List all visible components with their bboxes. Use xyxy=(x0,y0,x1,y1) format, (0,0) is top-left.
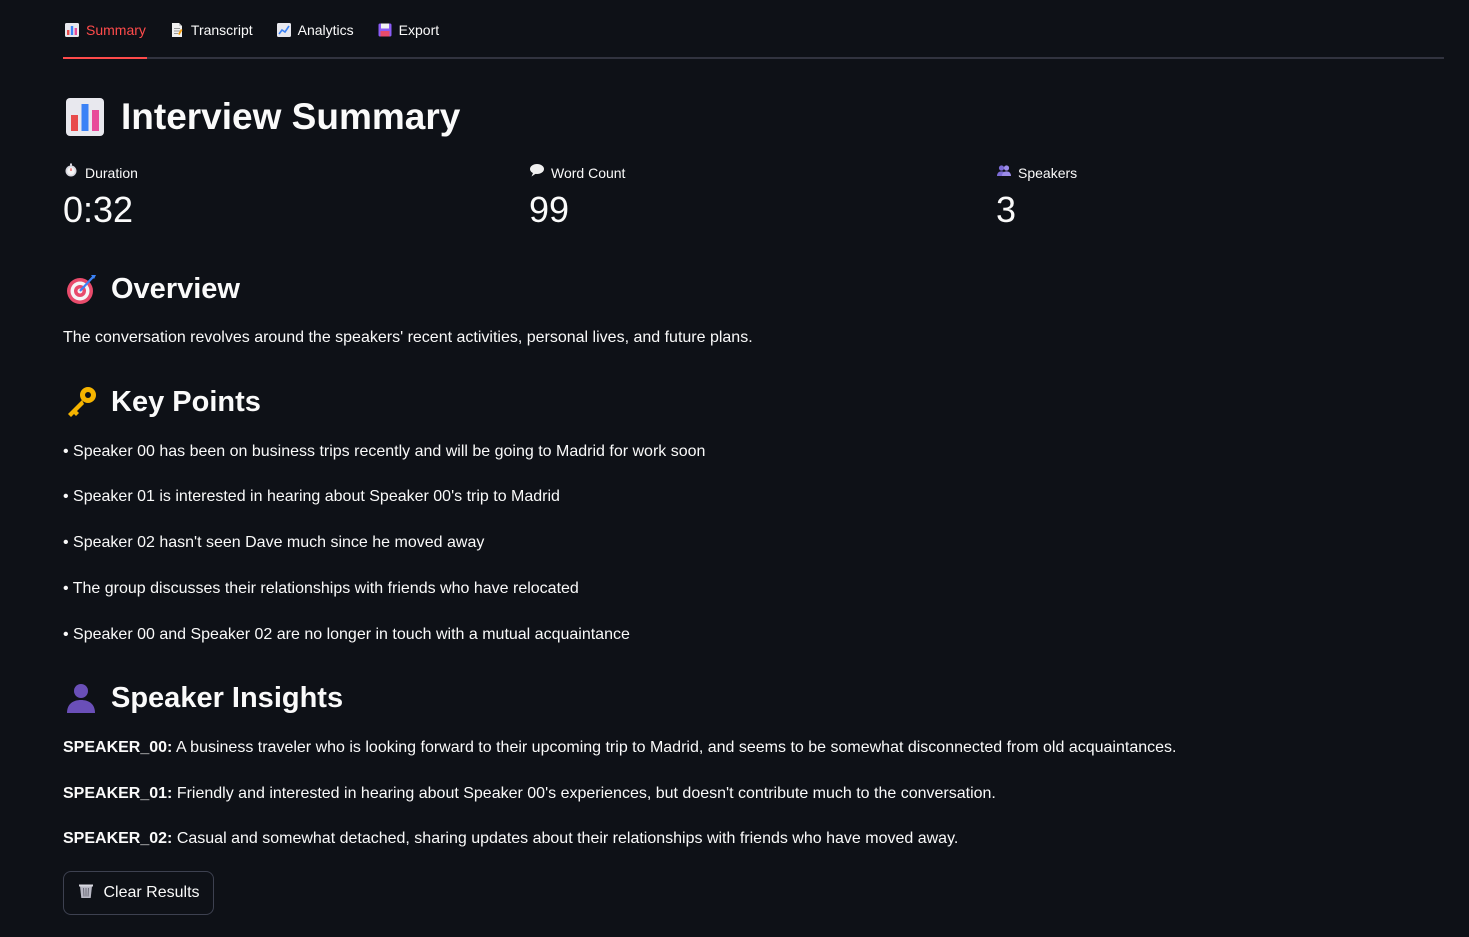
overview-heading: Overview xyxy=(63,271,240,307)
key-icon xyxy=(63,384,99,420)
tab-label: Analytics xyxy=(297,21,354,38)
tab-label: Summary xyxy=(86,21,146,38)
speaker-description: Casual and somewhat detached, sharing up… xyxy=(172,830,959,847)
page-icon xyxy=(169,22,185,38)
page-title: Interview Summary xyxy=(63,94,460,140)
bar-chart-icon xyxy=(64,22,80,38)
speaker-insights-heading-text: Speaker Insights xyxy=(111,682,344,714)
bar-chart-icon xyxy=(63,95,107,139)
people-icon xyxy=(996,162,1012,184)
list-item: • Speaker 00 has been on business trips … xyxy=(63,443,706,460)
tab-bar: Summary Transcript Analytics Export xyxy=(63,0,1444,59)
speaker-insight-item: SPEAKER_00: A business traveler who is l… xyxy=(63,736,1176,760)
tab-label: Export xyxy=(398,21,440,38)
speaker-description: Friendly and interested in hearing about… xyxy=(172,785,996,802)
list-item: • Speaker 00 and Speaker 02 are no longe… xyxy=(63,626,630,643)
tab-analytics[interactable]: Analytics xyxy=(275,2,355,57)
list-item: • The group discusses their relationship… xyxy=(63,580,579,597)
metric-duration: Duration 0:32 xyxy=(63,162,138,232)
tab-export[interactable]: Export xyxy=(376,2,440,57)
list-item: • Speaker 02 hasn't seen Dave much since… xyxy=(63,534,485,551)
main-container: Summary Transcript Analytics Export Inte… xyxy=(63,0,1444,915)
key-points-heading: Key Points xyxy=(63,384,261,420)
metric-label: Word Count xyxy=(529,162,625,184)
speaker-id: SPEAKER_00: xyxy=(63,739,173,756)
clear-results-button[interactable]: Clear Results xyxy=(63,871,214,915)
wastebasket-icon xyxy=(77,882,95,905)
person-silhouette-icon xyxy=(63,680,99,716)
speech-bubble-icon xyxy=(529,162,545,184)
speaker-id: SPEAKER_02: xyxy=(63,830,173,847)
clear-results-label: Clear Results xyxy=(103,884,200,901)
speaker-insights-heading: Speaker Insights xyxy=(63,680,343,716)
metric-speakers: Speakers 3 xyxy=(996,162,1077,232)
metric-value: 0:32 xyxy=(63,189,134,230)
metric-value: 99 xyxy=(529,189,570,230)
tab-label: Transcript xyxy=(190,21,253,38)
overview-text: The conversation revolves around the spe… xyxy=(63,329,753,346)
target-icon xyxy=(63,271,99,307)
metric-value: 3 xyxy=(996,189,1017,230)
overview-heading-text: Overview xyxy=(111,273,240,305)
speaker-insight-item: SPEAKER_02: Casual and somewhat detached… xyxy=(63,827,958,851)
speaker-description: A business traveler who is looking forwa… xyxy=(172,739,1177,756)
page-title-text: Interview Summary xyxy=(121,96,461,137)
metric-word-count: Word Count 99 xyxy=(529,162,625,232)
metric-label: Duration xyxy=(63,162,138,184)
line-chart-icon xyxy=(276,22,292,38)
metric-label: Speakers xyxy=(996,162,1077,184)
list-item: • Speaker 01 is interested in hearing ab… xyxy=(63,488,560,505)
speaker-id: SPEAKER_01: xyxy=(63,785,173,802)
floppy-disk-icon xyxy=(377,22,393,38)
tab-summary[interactable]: Summary xyxy=(63,2,147,59)
tab-transcript[interactable]: Transcript xyxy=(168,2,254,57)
speaker-insight-item: SPEAKER_01: Friendly and interested in h… xyxy=(63,782,996,806)
stopwatch-icon xyxy=(63,162,79,184)
key-points-heading-text: Key Points xyxy=(111,386,261,418)
